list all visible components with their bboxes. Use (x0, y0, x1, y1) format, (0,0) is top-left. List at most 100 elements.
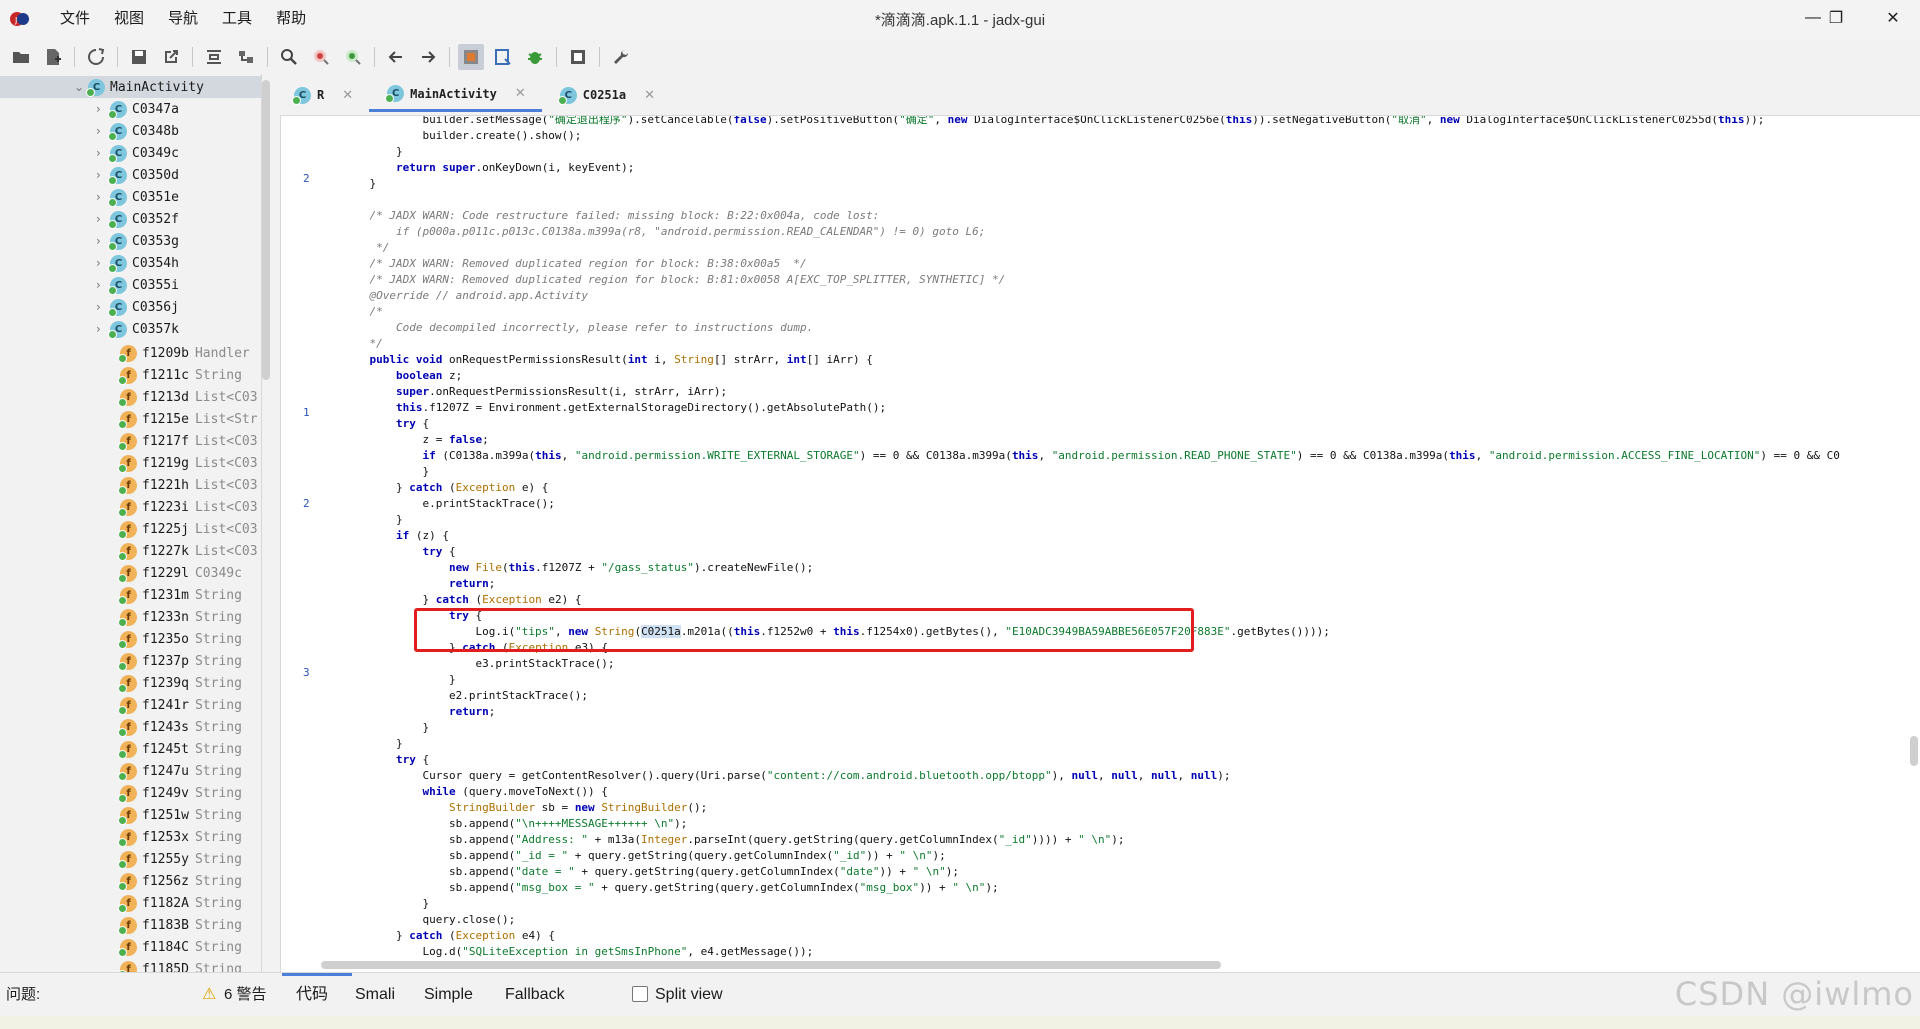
tree-class-item[interactable]: › C C0350d (96, 164, 179, 186)
menu-navigation[interactable]: 导航 (156, 9, 210, 29)
tab-r[interactable]: C R ✕ (276, 78, 369, 112)
tree-root-row[interactable]: ⌄ C MainActivity (74, 76, 204, 98)
view-tab-code[interactable]: 代码 (296, 985, 328, 1005)
add-files-icon[interactable] (40, 44, 66, 70)
tree-class-item[interactable]: › C C0347a (96, 98, 179, 120)
tree-class-item[interactable]: › C C0355i (96, 274, 179, 296)
tree-class-item[interactable]: › C C0352f (96, 208, 179, 230)
tree-field-item[interactable]: f f1237p String (118, 650, 242, 672)
decompile-icon[interactable] (490, 44, 516, 70)
tab-c0251a[interactable]: C C0251a ✕ (542, 78, 671, 112)
menu-tools[interactable]: 工具 (210, 9, 264, 29)
log-icon[interactable] (565, 44, 591, 70)
back-icon[interactable] (383, 44, 409, 70)
sidebar-scrollbar[interactable] (262, 80, 270, 380)
view-tab-simple[interactable]: Simple (424, 985, 473, 1005)
tree-field-item[interactable]: f f1219g List<C03 (118, 452, 258, 474)
field-icon: f (118, 542, 137, 561)
search-class-icon[interactable] (308, 44, 334, 70)
close-icon[interactable]: ✕ (342, 88, 353, 103)
tree-class-item[interactable]: › C C0348b (96, 120, 179, 142)
field-icon: f (118, 366, 137, 385)
view-tab-smali[interactable]: Smali (355, 985, 395, 1005)
warning-icon: ⚠ (202, 986, 217, 1003)
search-icon[interactable] (276, 44, 302, 70)
export-icon[interactable] (158, 44, 184, 70)
maximize-button[interactable]: ❐ (1813, 0, 1859, 36)
settings-icon[interactable] (608, 44, 634, 70)
code-line: return; (448, 705, 496, 718)
tree-field-item[interactable]: f f1211c String (118, 364, 242, 386)
split-view-label: Split view (655, 986, 723, 1003)
tree-field-item[interactable]: f f1241r String (118, 694, 242, 716)
tree-field-item[interactable]: f f1213d List<C03 (118, 386, 258, 408)
tree-field-item[interactable]: f f1235o String (118, 628, 242, 650)
sync-icon[interactable] (83, 44, 109, 70)
tree-field-item[interactable]: f f1247u String (118, 760, 242, 782)
tree-field-item[interactable]: f f1233n String (118, 606, 242, 628)
code-line: z = false; (343, 433, 489, 446)
field-type: String (194, 763, 242, 779)
split-view-checkbox[interactable] (632, 986, 648, 1002)
tree-field-item[interactable]: f f1221h List<C03 (118, 474, 258, 496)
tree-field-item[interactable]: f f1231m String (118, 584, 242, 606)
view-tab-fallback[interactable]: Fallback (505, 985, 565, 1005)
tree-class-item[interactable]: › C C0349c (96, 142, 179, 164)
field-name: f1251w (142, 807, 189, 823)
tree-field-item[interactable]: f f1253x String (118, 826, 242, 848)
menu-view[interactable]: 视图 (102, 9, 156, 29)
toolbar-separator (599, 47, 600, 67)
tree-class-label: C0350d (132, 167, 179, 183)
search-usage-icon[interactable] (340, 44, 366, 70)
debug-icon[interactable] (522, 44, 548, 70)
tree-class-item[interactable]: › C C0357k (96, 318, 179, 340)
tab-mainactivity[interactable]: C MainActivity ✕ (369, 78, 542, 112)
tree-class-item[interactable]: › C C0353g (96, 230, 179, 252)
horizontal-scrollbar[interactable] (321, 961, 1221, 969)
flatten-icon[interactable] (201, 44, 227, 70)
tree-field-item[interactable]: f f1183B String (118, 914, 242, 936)
code-editor[interactable]: 2 1 2 3 builder.setMessage("确定退出程序").set… (280, 115, 1920, 972)
code-line: while (query.moveToNext()) { (422, 785, 608, 798)
warnings-count[interactable]: 6 警告 (224, 985, 267, 1005)
tree-field-item[interactable]: f f1227k List<C03 (118, 540, 258, 562)
tree-field-item[interactable]: f f1255y String (118, 848, 242, 870)
tree-field-item[interactable]: f f1243s String (118, 716, 242, 738)
tree-field-item[interactable]: f f1249v String (118, 782, 242, 804)
class-icon: C (108, 166, 127, 185)
line-number: 2 (303, 497, 310, 510)
tree-field-item[interactable]: f f1217f List<C03 (118, 430, 258, 452)
field-type: String (194, 587, 242, 603)
code-line: e3.printStackTrace(); (343, 657, 615, 670)
vertical-scrollbar[interactable] (1910, 736, 1918, 766)
tree-field-item[interactable]: f f1182A String (118, 892, 242, 914)
tree-class-item[interactable]: › C C0354h (96, 252, 179, 274)
menu-file[interactable]: 文件 (48, 9, 102, 29)
tree-field-item[interactable]: f f1239q String (118, 672, 242, 694)
tree-field-item[interactable]: f f1251w String (118, 804, 242, 826)
tree-field-item[interactable]: f f1229l C0349c (118, 562, 242, 584)
tree-field-item[interactable]: f f1184C String (118, 936, 242, 958)
menu-help[interactable]: 帮助 (264, 9, 318, 29)
field-icon: f (118, 938, 137, 957)
deobfuscation-icon[interactable] (458, 44, 484, 70)
class-icon: C (108, 254, 127, 273)
close-button[interactable]: ✕ (1870, 0, 1916, 36)
tree-field-item[interactable]: f f1223i List<C03 (118, 496, 258, 518)
tree-field-item[interactable]: f f1209b Handler (118, 342, 250, 364)
field-name: f1223i (142, 499, 189, 515)
tree-field-item[interactable]: f f1256z String (118, 870, 242, 892)
sync-tree-icon[interactable] (233, 44, 259, 70)
tree-class-item[interactable]: › C C0351e (96, 186, 179, 208)
save-icon[interactable] (126, 44, 152, 70)
tree-field-item[interactable]: f f1225j List<C03 (118, 518, 258, 540)
tree-field-item[interactable]: f f1215e List<Str (118, 408, 258, 430)
close-icon[interactable]: ✕ (644, 88, 655, 103)
close-icon[interactable]: ✕ (515, 86, 526, 101)
tree-class-item[interactable]: › C C0356j (96, 296, 179, 318)
tree-field-item[interactable]: f f1185D String (118, 958, 242, 972)
open-folder-icon[interactable] (8, 44, 34, 70)
toolbar-separator (556, 47, 557, 67)
tree-field-item[interactable]: f f1245t String (118, 738, 242, 760)
forward-icon[interactable] (415, 44, 441, 70)
